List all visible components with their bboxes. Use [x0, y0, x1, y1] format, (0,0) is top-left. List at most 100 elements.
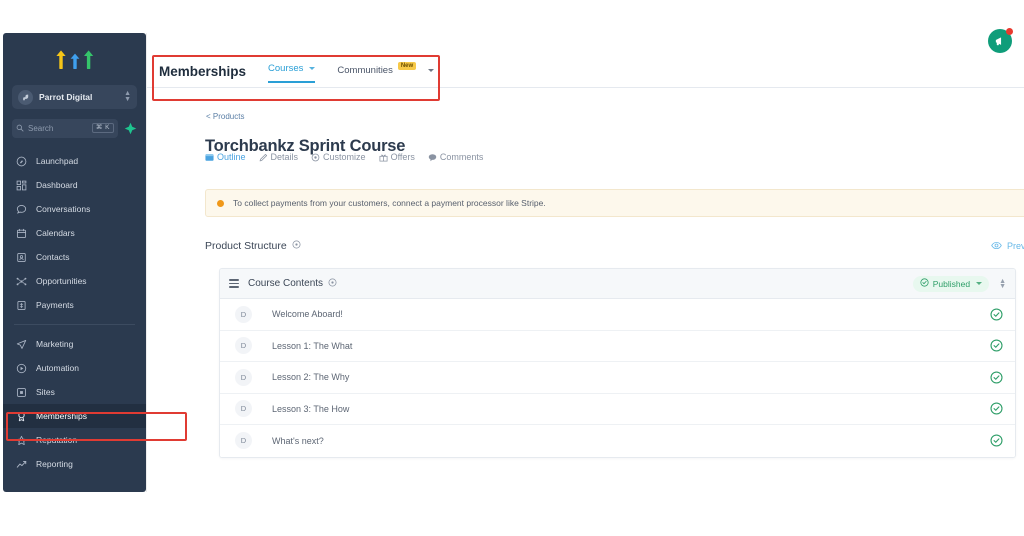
- workspace-switcher[interactable]: Parrot Digital ▲ ▼: [12, 85, 137, 109]
- sidebar-item-label: Payments: [36, 300, 74, 310]
- lesson-row[interactable]: D Welcome Aboard!: [220, 299, 1015, 331]
- lesson-row[interactable]: D What's next?: [220, 425, 1015, 457]
- product-subtabs: Outline Details Customize Offers Comment: [205, 152, 483, 162]
- subtab-comments[interactable]: Comments: [428, 152, 483, 162]
- document-icon: D: [235, 400, 252, 418]
- check-circle-icon: [990, 402, 1003, 415]
- rocket-icon: [15, 155, 27, 167]
- payment-processor-notice: To collect payments from your customers,…: [205, 189, 1024, 217]
- search-icon: [16, 124, 24, 132]
- check-circle-icon: [990, 434, 1003, 447]
- subtab-customize[interactable]: Customize: [311, 152, 366, 162]
- main-content: Memberships Courses Communities New < Pr…: [147, 33, 1024, 492]
- notification-dot: [1006, 28, 1013, 35]
- sidebar-item-automation[interactable]: Automation: [3, 356, 146, 380]
- breadcrumb[interactable]: < Products: [206, 112, 244, 121]
- product-structure-title: Product Structure: [205, 240, 301, 252]
- app-logo[interactable]: [3, 41, 146, 75]
- sidebar-item-calendars[interactable]: Calendars: [3, 221, 146, 245]
- subtab-label: Details: [270, 152, 299, 162]
- sidebar-nav: Launchpad Dashboard Conversations Calend…: [3, 149, 146, 476]
- subtab-offers[interactable]: Offers: [379, 152, 415, 162]
- info-circle-icon[interactable]: [292, 240, 301, 252]
- lesson-row[interactable]: D Lesson 1: The What: [220, 330, 1015, 362]
- search-input[interactable]: Search ⌘ K: [12, 118, 118, 138]
- lesson-row[interactable]: D Lesson 3: The How: [220, 393, 1015, 425]
- check-circle-icon: [990, 308, 1003, 321]
- document-icon: D: [235, 305, 252, 323]
- sidebar-item-label: Contacts: [36, 252, 70, 262]
- product-structure-header: Product Structure Preview: [205, 229, 1024, 263]
- document-icon: D: [235, 368, 252, 386]
- lesson-title: Lesson 3: The How: [272, 403, 350, 414]
- info-circle-icon[interactable]: [328, 278, 337, 290]
- payments-icon: [15, 299, 27, 311]
- award-badge-icon: [15, 410, 27, 422]
- sparkle-glyph-icon: [124, 122, 136, 134]
- sidebar-item-opportunities[interactable]: Opportunities: [3, 269, 146, 293]
- tab-courses[interactable]: Courses: [268, 63, 316, 83]
- parrot-glyph-icon: [23, 94, 29, 100]
- star-icon: [15, 434, 27, 446]
- sidebar-item-label: Opportunities: [36, 276, 87, 286]
- customize-icon: [311, 153, 320, 162]
- play-circle-icon: [15, 362, 27, 374]
- lesson-title: Lesson 1: The What: [272, 340, 353, 351]
- funnel-nodes-icon: [15, 275, 27, 287]
- drag-handle-icon[interactable]: [229, 279, 239, 288]
- sidebar-item-dashboard[interactable]: Dashboard: [3, 173, 146, 197]
- chevron-down-icon: [428, 69, 435, 72]
- check-circle-icon: [990, 339, 1003, 352]
- document-icon: D: [235, 432, 252, 450]
- preview-button[interactable]: Preview: [991, 241, 1024, 252]
- lesson-title: Lesson 2: The Why: [272, 372, 350, 383]
- sidebar-item-label: Conversations: [36, 204, 91, 214]
- document-icon-letter: D: [240, 372, 247, 382]
- sidebar-item-marketing[interactable]: Marketing: [3, 332, 146, 356]
- triple-arrow-logo-icon: [55, 50, 93, 69]
- sidebar-item-launchpad[interactable]: Launchpad: [3, 149, 146, 173]
- warning-dot-icon: [217, 199, 224, 207]
- sidebar-item-label: Reporting: [36, 459, 73, 469]
- course-contents-actions: Published ▲ ▼: [912, 275, 1006, 292]
- tab-communities[interactable]: Communities New: [337, 61, 435, 83]
- up-down-chevron-icon[interactable]: ▲ ▼: [124, 90, 131, 103]
- preview-label: Preview: [1006, 241, 1024, 251]
- lesson-title: What's next?: [272, 435, 324, 446]
- gift-icon: [379, 153, 388, 162]
- workspace-name: Parrot Digital: [39, 92, 93, 102]
- status-label: Published: [932, 278, 971, 289]
- document-icon-letter: D: [240, 436, 247, 446]
- product-structure-label: Product Structure: [205, 240, 287, 252]
- sidebar-item-contacts[interactable]: Contacts: [3, 245, 146, 269]
- course-contents-label: Course Contents: [248, 278, 324, 289]
- subtab-label: Outline: [217, 152, 246, 162]
- calendar-icon: [15, 227, 27, 239]
- subtab-details[interactable]: Details: [259, 152, 299, 162]
- search-shortcut-badge: ⌘ K: [91, 122, 114, 134]
- search-placeholder: Search: [28, 123, 54, 133]
- status-badge[interactable]: Published: [912, 275, 990, 292]
- sites-icon: [15, 386, 27, 398]
- eye-icon: [991, 241, 1002, 252]
- pencil-icon: [259, 153, 268, 162]
- sparkle-icon[interactable]: [123, 121, 137, 135]
- subtab-label: Offers: [390, 152, 415, 162]
- chevron-down-icon: [976, 282, 983, 285]
- chat-bubble-icon: [15, 203, 27, 215]
- sidebar-item-reporting[interactable]: Reporting: [3, 452, 146, 476]
- sidebar-item-label: Automation: [36, 363, 79, 373]
- lesson-title: Welcome Aboard!: [272, 309, 343, 320]
- sidebar-item-payments[interactable]: Payments: [3, 293, 146, 317]
- product-structure-actions: Preview: [991, 240, 1024, 253]
- lesson-row[interactable]: D Lesson 2: The Why: [220, 362, 1015, 394]
- sidebar-item-conversations[interactable]: Conversations: [3, 197, 146, 221]
- sidebar-search-row: Search ⌘ K: [12, 118, 137, 138]
- sidebar-item-reputation[interactable]: Reputation: [3, 428, 146, 452]
- subtab-outline[interactable]: Outline: [205, 152, 246, 162]
- trend-line-icon: [15, 458, 27, 470]
- sidebar-item-memberships[interactable]: Memberships: [3, 404, 146, 428]
- comment-icon: [428, 153, 437, 162]
- sort-updown-icon[interactable]: ▲ ▼: [999, 278, 1006, 290]
- sidebar-item-sites[interactable]: Sites: [3, 380, 146, 404]
